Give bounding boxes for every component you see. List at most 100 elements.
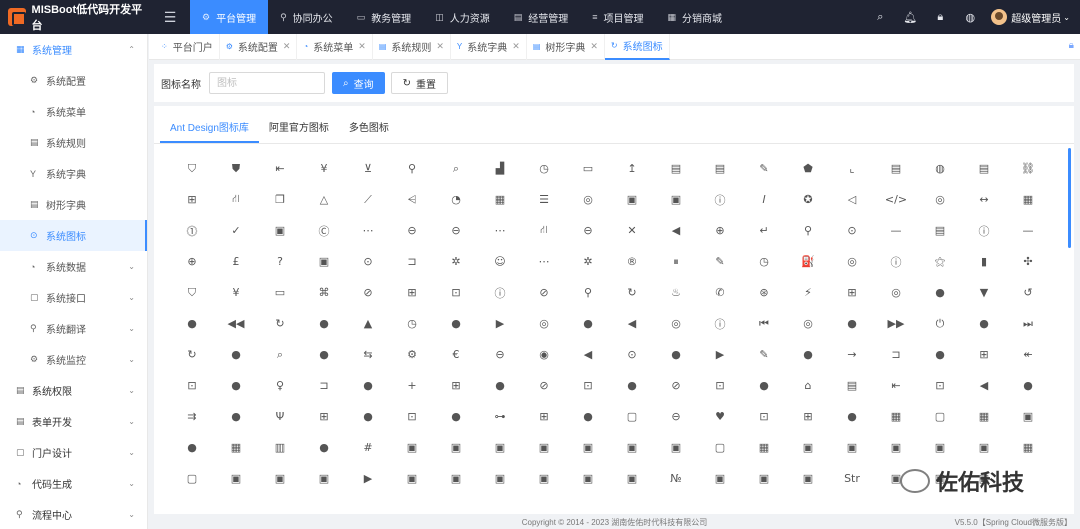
icon-cell[interactable]: ⊐ — [390, 246, 434, 277]
icon-cell[interactable]: ◷ — [742, 246, 786, 277]
sidebar-item[interactable]: ◔ 系统菜单 — [0, 96, 147, 127]
icon-cell[interactable]: ● — [346, 401, 390, 432]
icon-cell[interactable]: ▣ — [434, 432, 478, 463]
icon-cell[interactable]: ♀ — [258, 370, 302, 401]
icon-cell[interactable]: ⊘ — [346, 277, 390, 308]
icon-cell[interactable]: ⊐ — [874, 339, 918, 370]
icon-cell[interactable]: ¥ — [302, 153, 346, 184]
icon-cell[interactable]: ▣ — [478, 463, 522, 494]
topnav-item[interactable]: ▭ 教务管理 — [345, 0, 424, 34]
sidebar-item[interactable]: ⚲ 系统翻译 ⌄ — [0, 313, 147, 344]
icon-cell[interactable]: ⊖ — [478, 339, 522, 370]
icon-cell[interactable]: ☺ — [478, 246, 522, 277]
icon-cell[interactable]: ▣ — [566, 432, 610, 463]
icon-cell[interactable]: € — [434, 339, 478, 370]
icon-cell[interactable]: ⇤ — [874, 370, 918, 401]
icon-cell[interactable]: ⩤ — [390, 184, 434, 215]
icon-cell[interactable]: ▣ — [786, 463, 830, 494]
icon-cell[interactable]: ⏮ — [742, 308, 786, 339]
icon-cell[interactable]: ▢ — [918, 401, 962, 432]
sidebar-item[interactable]: ◔ 代码生成 ⌄ — [0, 468, 147, 499]
icon-cell[interactable]: ● — [610, 370, 654, 401]
icon-cell[interactable]: ● — [170, 308, 214, 339]
icon-cell[interactable]: ⊕ — [170, 246, 214, 277]
icon-cell[interactable]: ⊶ — [478, 401, 522, 432]
sidebar-item[interactable]: ▦ 系统管理 ⌃ — [0, 34, 147, 65]
icon-cell[interactable]: ● — [434, 308, 478, 339]
icon-cell[interactable]: ▟ — [478, 153, 522, 184]
icon-cell[interactable]: ▲ — [346, 308, 390, 339]
icon-cell[interactable]: ● — [346, 370, 390, 401]
icon-cell[interactable]: № — [654, 463, 698, 494]
icon-cell[interactable]: ◷ — [390, 308, 434, 339]
icon-cell[interactable]: ⊡ — [434, 277, 478, 308]
icon-cell[interactable]: ⊞ — [522, 401, 566, 432]
icon-cell[interactable]: ⏸ — [654, 246, 698, 277]
topnav-item[interactable]: ◫ 人力资源 — [423, 0, 502, 34]
lock-icon[interactable]: 🔒︎ — [1069, 40, 1074, 51]
close-icon[interactable]: ✕ — [283, 41, 291, 52]
icon-cell[interactable]: ⊙ — [610, 339, 654, 370]
icon-cell[interactable]: ▶▶ — [874, 308, 918, 339]
icon-cell[interactable]: ⊡ — [566, 370, 610, 401]
icon-cell[interactable]: 𝐼 — [742, 184, 786, 215]
lock-icon[interactable]: 🔒︎ — [925, 11, 955, 24]
icon-cell[interactable]: ● — [654, 339, 698, 370]
search-icon[interactable]: ⌕ — [865, 11, 895, 24]
icon-cell[interactable]: ⊖ — [434, 215, 478, 246]
icon-cell[interactable]: ● — [214, 339, 258, 370]
icon-cell[interactable]: ? — [258, 246, 302, 277]
icon-cell[interactable]: ▮ — [962, 246, 1006, 277]
icon-cell[interactable]: ● — [830, 401, 874, 432]
icon-cell[interactable]: ● — [566, 401, 610, 432]
icon-cell[interactable]: ⊖ — [654, 401, 698, 432]
icon-cell[interactable]: ● — [566, 308, 610, 339]
icon-cell[interactable]: ▣ — [434, 463, 478, 494]
icon-cell[interactable]: ⏭ — [1006, 308, 1050, 339]
topnav-item[interactable]: ▤ 经营管理 — [502, 0, 581, 34]
icon-cell[interactable]: ✲ — [434, 246, 478, 277]
sidebar-item[interactable]: ▤ 表单开发 ⌄ — [0, 406, 147, 437]
icon-cell[interactable]: ⋯ — [522, 246, 566, 277]
icon-cell[interactable]: ☰ — [522, 184, 566, 215]
icon-cell[interactable]: ◁ — [830, 184, 874, 215]
icon-cell[interactable]: ⊞ — [434, 370, 478, 401]
icon-cell[interactable]: ⛓ — [1006, 153, 1050, 184]
icon-cell[interactable]: ◎ — [566, 184, 610, 215]
icon-cell[interactable]: ▦ — [1006, 432, 1050, 463]
icon-cell[interactable]: ♨ — [654, 277, 698, 308]
icon-cell[interactable]: ♥ — [698, 401, 742, 432]
icon-cell[interactable]: ✣ — [1006, 246, 1050, 277]
icon-cell[interactable]: ▦ — [742, 432, 786, 463]
user-name[interactable]: 超级管理员 — [1011, 10, 1061, 25]
icon-cell[interactable]: ⊐ — [302, 370, 346, 401]
icon-cell[interactable]: ⊘ — [522, 277, 566, 308]
chevron-down-icon[interactable]: ⌄ — [1063, 13, 1070, 22]
icon-cell[interactable]: ▣ — [522, 463, 566, 494]
icon-cell[interactable]: ▢ — [610, 401, 654, 432]
icon-cell[interactable]: ⊘ — [522, 370, 566, 401]
icon-cell[interactable]: ▣ — [962, 432, 1006, 463]
icon-cell[interactable]: ▤ — [698, 153, 742, 184]
icon-cell[interactable]: ⓘ — [478, 277, 522, 308]
icon-cell[interactable]: ⊞ — [962, 339, 1006, 370]
sidebar-item[interactable]: ▤ 树形字典 — [0, 189, 147, 220]
icon-cell[interactable]: ▣ — [830, 432, 874, 463]
icon-cell[interactable]: ◀◀ — [214, 308, 258, 339]
sidebar-item[interactable]: ▤ 系统权限 ⌄ — [0, 375, 147, 406]
icon-cell[interactable]: ⊘ — [654, 370, 698, 401]
icon-cell[interactable]: ⚙ — [390, 339, 434, 370]
icon-cell[interactable]: ⚡ — [786, 277, 830, 308]
icon-cell[interactable]: ◀ — [654, 215, 698, 246]
icon-cell[interactable]: ⌕ — [258, 339, 302, 370]
icon-cell[interactable]: ▣ — [610, 432, 654, 463]
icon-cell[interactable]: ▶ — [478, 308, 522, 339]
icon-cell[interactable]: ● — [214, 370, 258, 401]
icon-cell[interactable]: ✎ — [698, 246, 742, 277]
icon-cell[interactable]: ⊙ — [346, 246, 390, 277]
icon-cell[interactable]: ◀ — [566, 339, 610, 370]
icon-cell[interactable]: ▭ — [258, 277, 302, 308]
icon-cell[interactable]: ↻ — [258, 308, 302, 339]
avatar[interactable] — [991, 9, 1008, 25]
icon-cell[interactable]: ⌕ — [434, 153, 478, 184]
